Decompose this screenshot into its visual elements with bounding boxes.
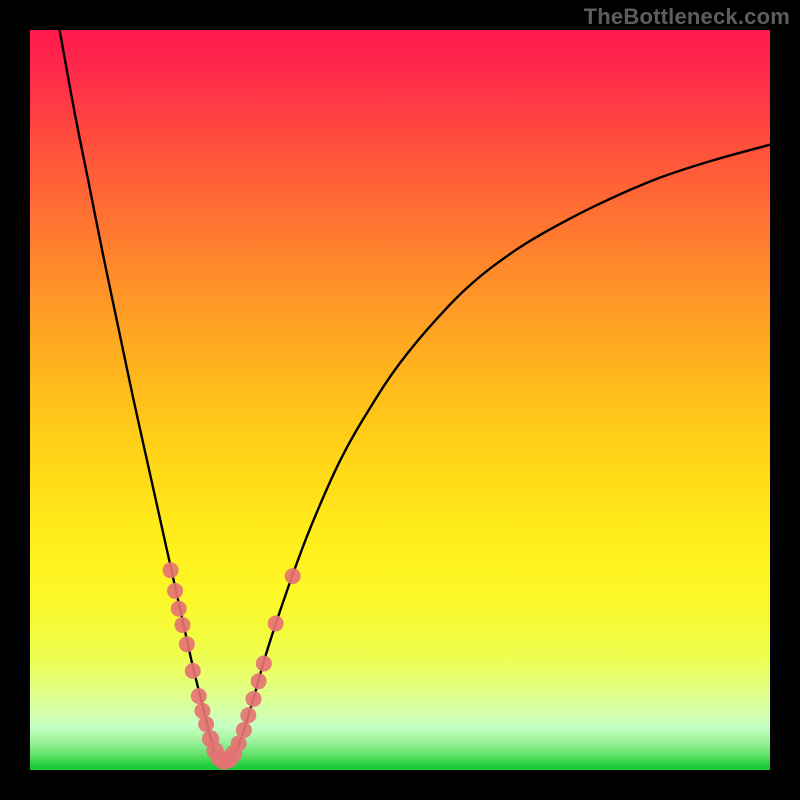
chart-svg <box>30 30 770 770</box>
data-marker <box>240 707 256 723</box>
data-marker <box>163 562 179 578</box>
data-marker <box>171 601 187 617</box>
data-marker <box>236 722 252 738</box>
data-marker <box>174 617 190 633</box>
data-marker <box>256 655 272 671</box>
data-marker <box>251 673 267 689</box>
data-marker <box>191 688 207 704</box>
data-marker <box>285 568 301 584</box>
plot-area <box>30 30 770 770</box>
markers-group <box>163 562 301 770</box>
data-marker <box>245 691 261 707</box>
curve-group <box>60 30 770 763</box>
curve-right <box>222 145 770 763</box>
data-marker <box>268 615 284 631</box>
data-marker <box>179 636 195 652</box>
watermark-text: TheBottleneck.com <box>584 4 790 30</box>
chart-frame: TheBottleneck.com <box>0 0 800 800</box>
data-marker <box>198 716 214 732</box>
data-marker <box>167 583 183 599</box>
data-marker <box>185 663 201 679</box>
